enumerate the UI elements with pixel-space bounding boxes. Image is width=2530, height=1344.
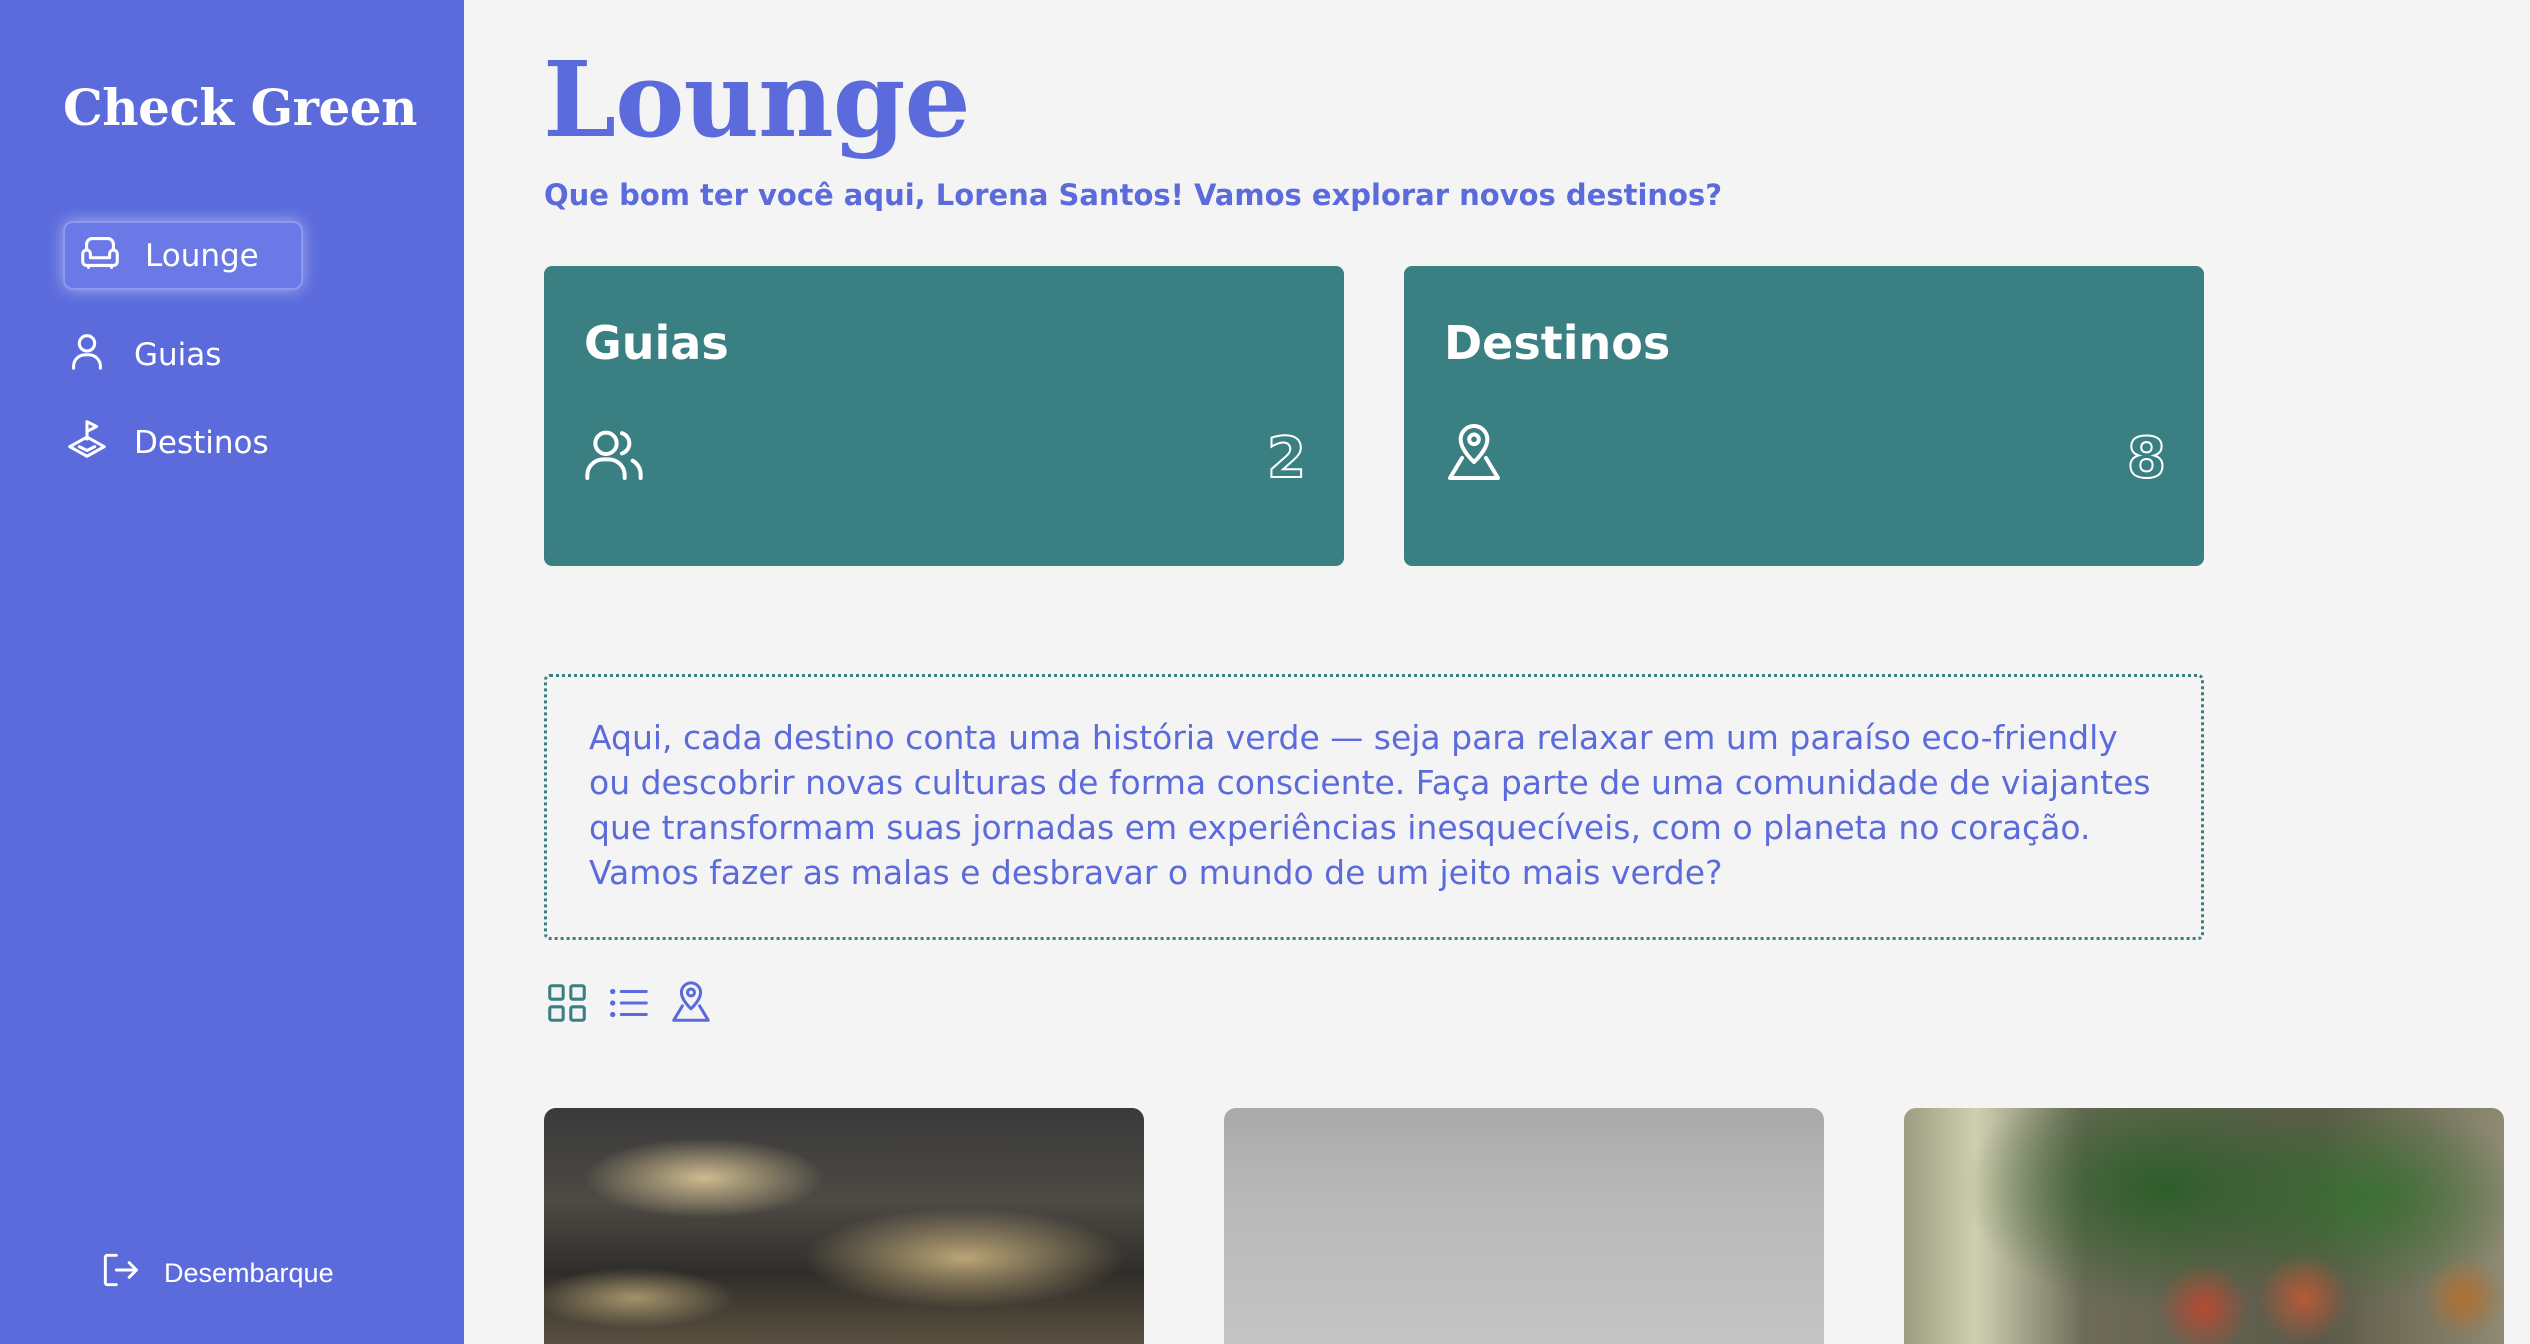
destination-image[interactable] xyxy=(1224,1108,1824,1344)
logout-label: Desembarque xyxy=(164,1258,334,1288)
logout-icon xyxy=(98,1248,164,1299)
list-icon[interactable] xyxy=(606,980,652,1026)
page-title: Lounge xyxy=(543,38,971,161)
destinos-count: 8 xyxy=(2126,425,2167,492)
map-pin-icon[interactable] xyxy=(668,980,714,1026)
brand-logo[interactable]: Check Green xyxy=(63,78,417,137)
users-icon xyxy=(582,422,646,486)
destination-image[interactable] xyxy=(1904,1108,2504,1344)
card-title: Guias xyxy=(584,316,729,370)
destination-image[interactable] xyxy=(544,1108,1144,1344)
map-pin-icon xyxy=(1442,422,1506,486)
sidebar-item-label: Guias xyxy=(134,337,222,373)
card-title: Destinos xyxy=(1444,316,1671,370)
intro-text-box: Aqui, cada destino conta uma história ve… xyxy=(544,674,2204,940)
sidebar-item-lounge[interactable]: Lounge xyxy=(63,221,303,290)
user-icon xyxy=(64,328,110,382)
destinos-summary-card[interactable]: Destinos 8 xyxy=(1404,266,2204,566)
sofa-icon xyxy=(77,229,123,283)
sidebar: Check Green Lounge Guias Destinos Desemb… xyxy=(0,0,464,1344)
sidebar-item-destinos[interactable]: Destinos xyxy=(64,416,269,470)
guias-count: 2 xyxy=(1266,425,1307,492)
welcome-subtitle: Que bom ter você aqui, Lorena Santos! Va… xyxy=(544,178,1723,212)
sidebar-item-guias[interactable]: Guias xyxy=(64,328,221,382)
view-toggle xyxy=(544,980,714,1026)
sidebar-item-label: Destinos xyxy=(134,425,269,461)
grid-icon[interactable] xyxy=(544,980,590,1026)
sidebar-item-label: Lounge xyxy=(145,237,259,274)
logout-button[interactable]: Desembarque xyxy=(98,1248,334,1299)
map-flag-icon xyxy=(64,416,110,470)
guias-summary-card[interactable]: Guias 2 xyxy=(544,266,1344,566)
